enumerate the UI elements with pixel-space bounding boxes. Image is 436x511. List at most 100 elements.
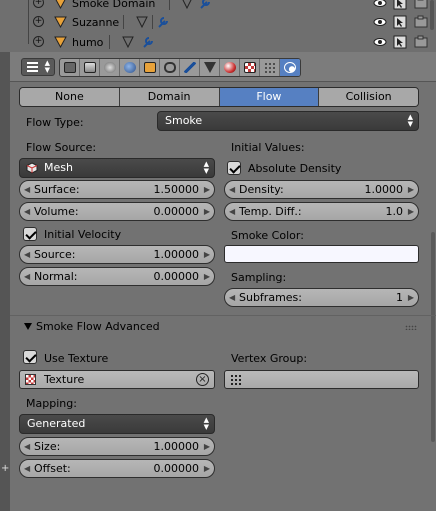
object-name[interactable]: Suzanne (72, 16, 119, 29)
vertex-group-icon (230, 374, 242, 386)
object-icon (144, 62, 156, 73)
increment-arrow-icon[interactable]: ▶ (408, 181, 414, 198)
vertex-group-field[interactable] (224, 370, 419, 389)
updown-arrows-icon: ▲ ▼ (44, 59, 50, 74)
flow-type-dropdown[interactable]: Smoke ▲ ▼ (157, 111, 419, 131)
volume-field[interactable]: ◀ Volume: 0.00000 ▶ (19, 202, 215, 221)
source-field[interactable]: ◀ Source: 1.00000 ▶ (19, 245, 215, 264)
surface-field[interactable]: ◀ Surface: 1.50000 ▶ (19, 180, 215, 199)
increment-arrow-icon[interactable]: ▶ (204, 460, 210, 477)
drag-grip-icon[interactable] (405, 325, 417, 330)
decrement-arrow-icon[interactable]: ◀ (229, 289, 235, 306)
render-camera-icon[interactable] (414, 35, 428, 49)
flow-type-value: Smoke (165, 114, 203, 127)
tab-collision[interactable]: Collision (319, 88, 418, 106)
decrement-arrow-icon[interactable]: ◀ (24, 181, 30, 198)
mapping-dropdown[interactable]: Generated ▲ ▼ (19, 414, 215, 434)
normal-field[interactable]: ◀ Normal: 0.00000 ▶ (19, 267, 215, 286)
decrement-arrow-icon[interactable]: ◀ (229, 181, 235, 198)
render-layers-tab[interactable] (80, 59, 100, 76)
increment-arrow-icon[interactable]: ▶ (204, 268, 210, 285)
tab-none[interactable]: None (20, 88, 120, 106)
expand-icon[interactable]: + (33, 36, 44, 47)
updown-arrows-icon: ▲ ▼ (203, 160, 209, 175)
panel-scrollbar[interactable] (431, 232, 435, 442)
temp-diff-field[interactable]: ◀ Temp. Diff.: 1.0 ▶ (224, 202, 419, 221)
size-field[interactable]: ◀ Size: 1.00000 ▶ (19, 437, 215, 456)
surface-label: Surface: (34, 183, 80, 196)
object-name[interactable]: Smoke Domain (72, 0, 155, 10)
separator (123, 15, 124, 29)
subframes-value: 1 (396, 291, 403, 304)
flow-source-dropdown[interactable]: Mesh ▲ ▼ (19, 158, 215, 178)
offset-field[interactable]: ◀ Offset: 0.00000 ▶ (19, 459, 215, 478)
decrement-arrow-icon[interactable]: ◀ (24, 268, 30, 285)
tab-flow[interactable]: Flow (219, 88, 320, 106)
increment-arrow-icon[interactable]: ▶ (408, 203, 414, 220)
smoke-flow-advanced-header[interactable]: Smoke Flow Advanced (10, 315, 436, 337)
initial-velocity-checkbox[interactable] (23, 227, 37, 241)
texture-icon (25, 374, 36, 385)
select-cursor-icon[interactable] (393, 0, 407, 10)
subframes-field[interactable]: ◀ Subframes: 1 ▶ (224, 288, 419, 307)
render-camera-icon[interactable] (414, 0, 428, 10)
decrement-arrow-icon[interactable]: ◀ (24, 460, 30, 477)
data-tab[interactable] (200, 59, 220, 76)
outliner-row-humo[interactable]: + humo (10, 33, 436, 52)
use-texture-checkbox[interactable] (23, 350, 37, 364)
physics-icon (284, 62, 296, 73)
increment-arrow-icon[interactable]: ▶ (204, 438, 210, 455)
select-cursor-icon[interactable] (393, 35, 407, 49)
wrench-icon[interactable] (141, 35, 155, 49)
scene-tab[interactable] (100, 59, 120, 76)
outliner-row-smoke-domain[interactable]: + Smoke Domain (10, 0, 436, 13)
decrement-arrow-icon[interactable]: ◀ (229, 203, 235, 220)
object-name[interactable]: humo (72, 36, 103, 49)
render-tab[interactable] (60, 59, 80, 76)
modifiers-icon (184, 62, 196, 73)
increment-arrow-icon[interactable]: ▶ (204, 246, 210, 263)
absolute-density-checkbox[interactable] (227, 161, 241, 175)
separator (169, 0, 170, 10)
plus-icon[interactable]: + (1, 464, 9, 474)
mesh-data-icon[interactable] (135, 15, 149, 29)
clear-x-icon[interactable]: × (196, 373, 209, 386)
outliner-row-suzanne[interactable]: + Suzanne (10, 13, 436, 32)
tab-domain[interactable]: Domain (119, 88, 220, 106)
collapse-triangle-icon[interactable] (24, 323, 32, 330)
texture-field[interactable]: Texture × (19, 370, 215, 389)
texture-tab[interactable] (240, 59, 260, 76)
flow-source-label: Flow Source: (26, 141, 97, 154)
select-cursor-icon[interactable] (393, 15, 407, 29)
decrement-arrow-icon[interactable]: ◀ (24, 246, 30, 263)
separator (109, 35, 110, 49)
constraints-tab[interactable] (160, 59, 180, 76)
increment-arrow-icon[interactable]: ▶ (408, 289, 414, 306)
smoke-color-swatch[interactable] (224, 245, 419, 263)
texture-value: Texture (44, 373, 85, 386)
decrement-arrow-icon[interactable]: ◀ (24, 203, 30, 220)
material-tab[interactable] (220, 59, 240, 76)
object-tab[interactable] (140, 59, 160, 76)
decrement-arrow-icon[interactable]: ◀ (24, 438, 30, 455)
density-field[interactable]: ◀ Density: 1.0000 ▶ (224, 180, 419, 199)
physics-tab[interactable] (280, 59, 300, 76)
modifiers-tab[interactable] (180, 59, 200, 76)
render-camera-icon[interactable] (414, 15, 428, 29)
world-tab[interactable] (120, 59, 140, 76)
increment-arrow-icon[interactable]: ▶ (204, 203, 210, 220)
particles-tab[interactable] (260, 59, 280, 76)
visibility-eye-icon[interactable] (373, 15, 387, 29)
mesh-data-icon[interactable] (121, 35, 135, 49)
visibility-eye-icon[interactable] (373, 35, 387, 49)
render-layers-icon (84, 62, 96, 73)
visibility-eye-icon[interactable] (373, 0, 387, 10)
cone-icon (54, 16, 67, 28)
mesh-data-icon[interactable] (180, 0, 194, 10)
expand-icon[interactable]: + (33, 16, 44, 27)
editor-type-button[interactable]: ▲ ▼ (21, 58, 55, 76)
expand-icon[interactable]: + (33, 0, 44, 8)
wrench-icon[interactable] (198, 0, 212, 10)
increment-arrow-icon[interactable]: ▶ (204, 181, 210, 198)
wrench-icon[interactable] (156, 15, 170, 29)
